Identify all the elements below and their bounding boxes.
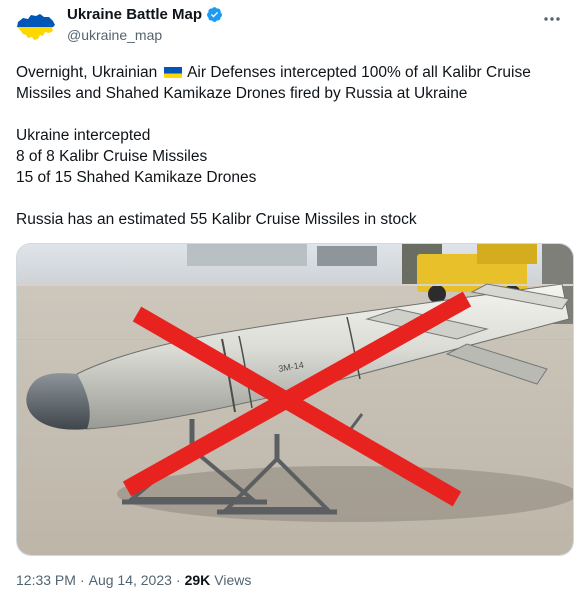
tweet-media-image[interactable]: 3M-14 <box>16 243 574 556</box>
meta-separator: · <box>79 572 85 588</box>
tweet-date[interactable]: Aug 14, 2023 <box>89 572 172 588</box>
verified-badge-icon <box>206 6 223 23</box>
tweet-text-stock: Russia has an estimated 55 Kalibr Cruise… <box>16 211 417 228</box>
tweet-text-shahed-count: 15 of 15 Shahed Kamikaze Drones <box>16 169 257 186</box>
avatar[interactable] <box>16 8 56 48</box>
meta-separator: · <box>175 572 181 588</box>
ukraine-flag-icon <box>163 65 182 78</box>
views-count[interactable]: 29K <box>185 572 211 588</box>
views-label: Views <box>214 572 252 588</box>
tweet-metadata: 12:33 PM · Aug 14, 2023 · 29K Views <box>16 572 251 588</box>
more-options-icon[interactable] <box>541 8 563 30</box>
tweet-text-line1-start: Overnight, Ukrainian <box>16 64 158 81</box>
author-handle[interactable]: @ukraine_map <box>67 27 162 43</box>
ukraine-map-avatar-icon <box>17 14 55 40</box>
display-name[interactable]: Ukraine Battle Map <box>67 6 202 23</box>
tweet-text: Overnight, Ukrainian Air Defenses interc… <box>16 62 568 230</box>
tweet-text-kalibr-count: 8 of 8 Kalibr Cruise Missiles <box>16 148 208 165</box>
tweet-text-intercepted: Ukraine intercepted <box>16 127 151 144</box>
tweet-time[interactable]: 12:33 PM <box>16 572 76 588</box>
tweet-card: Ukraine Battle Map @ukraine_map Overnigh… <box>0 0 583 600</box>
